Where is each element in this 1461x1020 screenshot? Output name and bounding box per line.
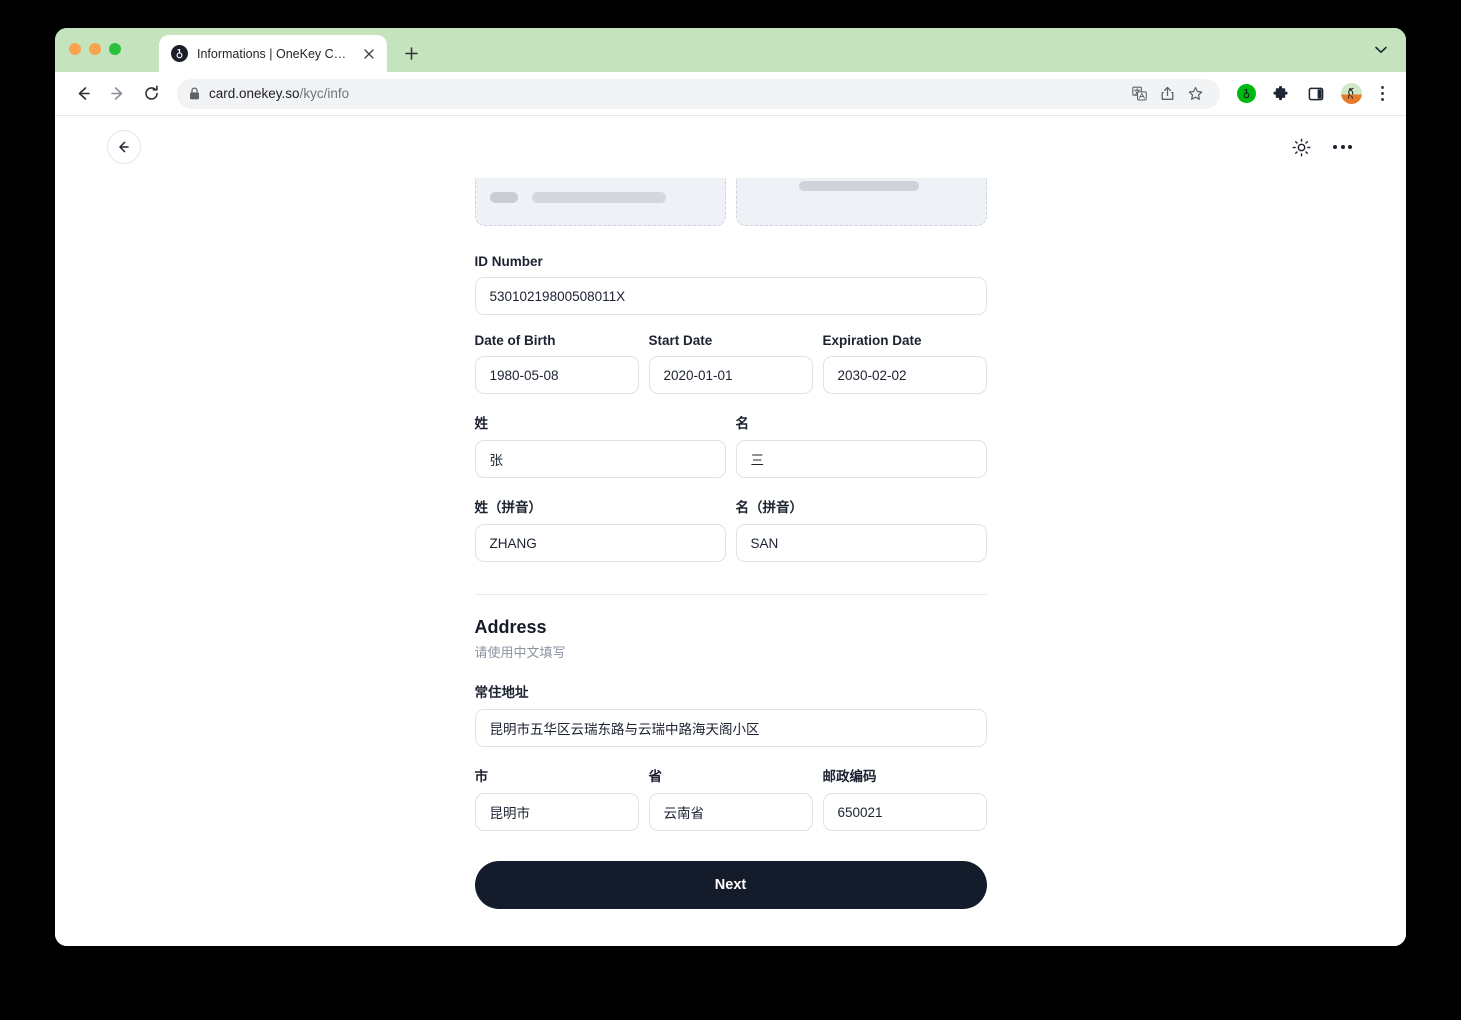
field-province: 省 云南省 xyxy=(648,765,813,831)
onekey-logo-icon xyxy=(171,45,188,62)
onekey-extension-icon[interactable] xyxy=(1233,81,1259,107)
label-date-of-birth: Date of Birth xyxy=(474,333,556,348)
input-expiration-date[interactable]: 2030-02-02 xyxy=(822,356,987,394)
field-given-name: 名 三 xyxy=(735,412,987,478)
field-surname-pinyin: 姓（拼音） ZHANG xyxy=(474,496,726,562)
close-icon[interactable] xyxy=(360,45,377,62)
input-postal-code[interactable]: 650021 xyxy=(822,793,987,831)
field-city: 市 昆明市 xyxy=(474,765,639,831)
field-date-of-birth: Date of Birth 1980-05-08 xyxy=(474,333,639,394)
input-given-name-pinyin[interactable]: SAN xyxy=(735,524,987,562)
label-given-name: 名 xyxy=(735,416,750,431)
share-icon[interactable] xyxy=(1154,81,1180,107)
browser-tab-active[interactable]: Informations | OneKey Card xyxy=(159,35,387,72)
profile-avatar-icon[interactable] xyxy=(1338,81,1364,107)
app-header-actions xyxy=(1292,138,1352,157)
address-bar-url: card.onekey.so/kyc/info xyxy=(209,86,349,101)
more-horizontal-icon[interactable] xyxy=(1333,145,1352,149)
browser-back-button[interactable] xyxy=(69,80,97,108)
skeleton-card-front[interactable] xyxy=(474,178,726,226)
input-city[interactable]: 昆明市 xyxy=(474,793,639,831)
document-upload-skeletons xyxy=(474,178,987,226)
sun-icon[interactable] xyxy=(1292,138,1311,157)
side-panel-icon[interactable] xyxy=(1303,81,1329,107)
field-start-date: Start Date 2020-01-01 xyxy=(648,333,813,394)
browser-forward-button[interactable] xyxy=(103,80,131,108)
chinese-name-row: 姓 张 名 三 xyxy=(474,412,987,496)
omnibox-actions xyxy=(1126,81,1208,107)
star-icon[interactable] xyxy=(1182,81,1208,107)
label-postal-code: 邮政编码 xyxy=(822,769,877,784)
form-scroll-area[interactable]: ID Number 53010219800508011X Date of Bir… xyxy=(55,178,1406,945)
address-section: Address 请使用中文填写 常住地址 昆明市五华区云瑞东路与云瑞中路海天阁小… xyxy=(474,617,987,849)
address-section-subtitle: 请使用中文填写 xyxy=(474,645,566,660)
chevron-down-icon[interactable] xyxy=(1370,39,1392,61)
browser-window: Informations | OneKey Card card.onekey.s… xyxy=(55,28,1406,946)
translate-icon[interactable] xyxy=(1126,81,1152,107)
label-city: 市 xyxy=(474,769,489,784)
app-header xyxy=(55,116,1406,178)
browser-reload-button[interactable] xyxy=(137,80,165,108)
extensions-puzzle-icon[interactable] xyxy=(1268,81,1294,107)
page-viewport: ID Number 53010219800508011X Date of Bir… xyxy=(55,116,1406,945)
kyc-info-form: ID Number 53010219800508011X Date of Bir… xyxy=(474,178,987,945)
label-surname-pinyin: 姓（拼音） xyxy=(474,500,543,515)
url-path: /kyc/info xyxy=(299,86,350,101)
input-date-of-birth[interactable]: 1980-05-08 xyxy=(474,356,639,394)
city-province-postal-row: 市 昆明市 省 云南省 邮政编码 650021 xyxy=(474,765,987,849)
window-maximize-button[interactable] xyxy=(109,43,121,55)
field-given-name-pinyin: 名（拼音） SAN xyxy=(735,496,987,562)
label-street-address: 常住地址 xyxy=(474,685,529,700)
input-surname[interactable]: 张 xyxy=(474,440,726,478)
label-surname: 姓 xyxy=(474,416,489,431)
browser-tab-strip: Informations | OneKey Card xyxy=(55,28,1406,72)
address-section-title: Address xyxy=(474,617,547,637)
window-close-button[interactable] xyxy=(69,43,81,55)
browser-toolbar: card.onekey.so/kyc/info xyxy=(55,72,1406,116)
lock-icon xyxy=(189,87,200,100)
window-traffic-lights[interactable] xyxy=(69,43,121,55)
field-expiration-date: Expiration Date 2030-02-02 xyxy=(822,333,987,394)
next-button[interactable]: Next xyxy=(474,861,987,909)
field-id-number: ID Number 53010219800508011X xyxy=(474,254,987,315)
field-postal-code: 邮政编码 650021 xyxy=(822,765,987,831)
input-start-date[interactable]: 2020-01-01 xyxy=(648,356,813,394)
field-surname: 姓 张 xyxy=(474,412,726,478)
input-surname-pinyin[interactable]: ZHANG xyxy=(474,524,726,562)
label-id-number: ID Number xyxy=(474,254,543,269)
page-back-button[interactable] xyxy=(107,130,141,164)
url-host: card.onekey.so xyxy=(209,86,300,101)
address-bar[interactable]: card.onekey.so/kyc/info xyxy=(177,78,1220,109)
label-province: 省 xyxy=(648,769,663,784)
label-expiration-date: Expiration Date xyxy=(822,333,922,348)
section-divider xyxy=(474,594,987,595)
input-given-name[interactable]: 三 xyxy=(735,440,987,478)
input-street-address[interactable]: 昆明市五华区云瑞东路与云瑞中路海天阁小区 xyxy=(474,709,987,747)
window-bottom-area xyxy=(55,945,1406,946)
new-tab-button[interactable] xyxy=(397,39,425,67)
dates-row: Date of Birth 1980-05-08 Start Date 2020… xyxy=(474,333,987,412)
pinyin-name-row: 姓（拼音） ZHANG 名（拼音） SAN xyxy=(474,496,987,580)
window-minimize-button[interactable] xyxy=(89,43,101,55)
label-start-date: Start Date xyxy=(648,333,713,348)
label-given-name-pinyin: 名（拼音） xyxy=(735,500,804,515)
skeleton-card-back[interactable] xyxy=(735,178,987,226)
input-province[interactable]: 云南省 xyxy=(648,793,813,831)
three-dot-menu-icon[interactable] xyxy=(1370,81,1394,107)
field-street-address: 常住地址 昆明市五华区云瑞东路与云瑞中路海天阁小区 xyxy=(474,681,987,747)
input-id-number[interactable]: 53010219800508011X xyxy=(474,277,987,315)
browser-tab-title: Informations | OneKey Card xyxy=(197,46,351,61)
